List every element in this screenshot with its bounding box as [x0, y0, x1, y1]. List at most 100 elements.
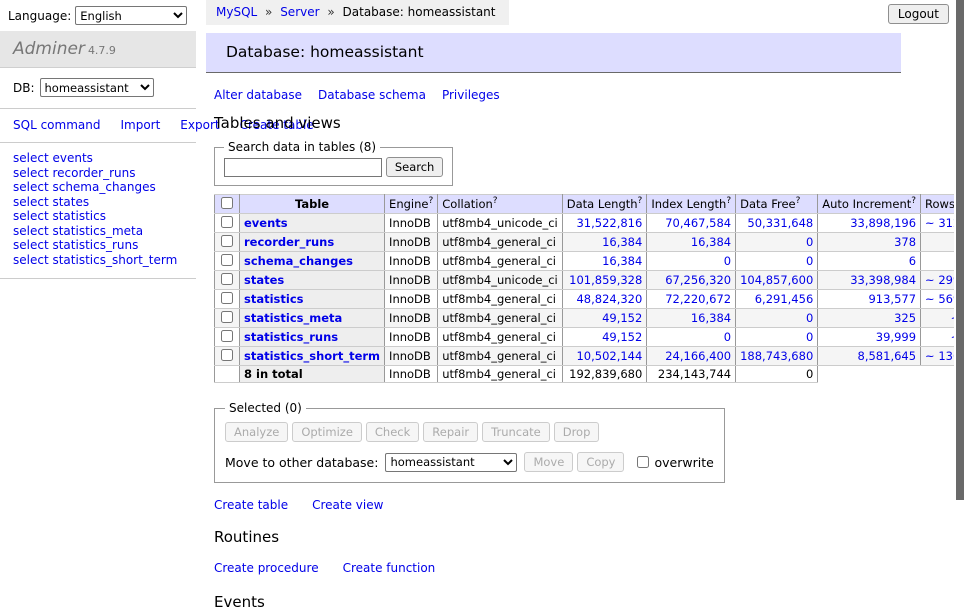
- statistics-short-term-data-length-link[interactable]: 10,502,144: [576, 349, 642, 363]
- statistics-runs-data-free-link[interactable]: 0: [806, 330, 813, 344]
- events-data-free-cell: 50,331,648: [736, 214, 818, 233]
- statistics-runs-table-link[interactable]: statistics_runs: [244, 330, 338, 344]
- optimize-button[interactable]: Optimize: [292, 422, 362, 442]
- check-button[interactable]: Check: [366, 422, 419, 442]
- privileges-link[interactable]: Privileges: [442, 88, 500, 102]
- total-engine-cell: InnoDB: [385, 366, 438, 383]
- statistics-data-length-link[interactable]: 48,824,320: [576, 292, 642, 306]
- search-button[interactable]: Search: [386, 157, 444, 177]
- row-checkbox-statistics-meta[interactable]: [221, 311, 233, 323]
- create-function-link[interactable]: Create function: [343, 561, 436, 575]
- statistics-data-free-link[interactable]: 6,291,456: [755, 292, 814, 306]
- recorder-runs-data-free-link[interactable]: 0: [806, 235, 813, 249]
- row-checkbox-recorder-runs[interactable]: [221, 235, 233, 247]
- language-select[interactable]: English: [75, 6, 187, 25]
- events-data-length-link[interactable]: 31,522,816: [576, 216, 642, 230]
- statistics-runs-data-length-link[interactable]: 49,152: [602, 330, 642, 344]
- truncate-button[interactable]: Truncate: [482, 422, 550, 442]
- row-checkbox-statistics[interactable]: [221, 292, 233, 304]
- scrollbar-thumb[interactable]: [956, 0, 964, 500]
- move-db-select[interactable]: homeassistant: [385, 453, 517, 472]
- db-select[interactable]: homeassistant: [40, 78, 154, 97]
- column-hint-link[interactable]: ?: [726, 196, 731, 206]
- table-name-cell: statistics_short_term: [240, 347, 385, 366]
- create-table-link[interactable]: Create table: [214, 498, 288, 512]
- sidebar-select-statistics-link[interactable]: select statistics: [13, 209, 186, 224]
- repair-button[interactable]: Repair: [423, 422, 478, 442]
- recorder-runs-data-free-cell: 0: [736, 233, 818, 252]
- checkbox-cell: [215, 252, 240, 271]
- sidebar-link-import[interactable]: Import: [120, 118, 160, 132]
- statistics-short-term-table-link[interactable]: statistics_short_term: [244, 349, 380, 363]
- row-checkbox-statistics-short-term[interactable]: [221, 349, 233, 361]
- statistics-auto-increment-link[interactable]: 913,577: [868, 292, 916, 306]
- column-hint-link[interactable]: ?: [638, 196, 643, 206]
- move-button[interactable]: Move: [524, 452, 573, 472]
- overwrite-option[interactable]: overwrite: [635, 455, 713, 470]
- recorder-runs-index-length-link[interactable]: 16,384: [691, 235, 731, 249]
- states-table-link[interactable]: states: [244, 273, 284, 287]
- states-auto-increment-link[interactable]: 33,398,984: [850, 273, 916, 287]
- schema-changes-data-free-link[interactable]: 0: [806, 254, 813, 268]
- events-data-free-link[interactable]: 50,331,648: [747, 216, 813, 230]
- column-hint-link[interactable]: ?: [911, 196, 916, 206]
- overwrite-checkbox[interactable]: [637, 456, 649, 468]
- sidebar-select-schema-changes-link[interactable]: select schema_changes: [13, 180, 186, 195]
- drop-button[interactable]: Drop: [554, 422, 600, 442]
- alter-database-link[interactable]: Alter database: [214, 88, 302, 102]
- states-data-free-link[interactable]: 104,857,600: [740, 273, 813, 287]
- sidebar-select-recorder-runs-link[interactable]: select recorder_runs: [13, 166, 186, 181]
- create-view-link[interactable]: Create view: [312, 498, 383, 512]
- schema-changes-index-length-link[interactable]: 0: [724, 254, 731, 268]
- header-row: TableEngine?Collation?Data Length?Index …: [215, 195, 966, 214]
- statistics-short-term-data-free-link[interactable]: 188,743,680: [740, 349, 813, 363]
- events-index-length-link[interactable]: 70,467,584: [665, 216, 731, 230]
- states-data-length-link[interactable]: 101,859,328: [569, 273, 642, 287]
- events-auto-increment-link[interactable]: 33,898,196: [850, 216, 916, 230]
- states-index-length-link[interactable]: 67,256,320: [665, 273, 731, 287]
- select-all-checkbox[interactable]: [221, 197, 233, 209]
- statistics-table-link[interactable]: statistics: [244, 292, 304, 306]
- schema-changes-data-length-link[interactable]: 16,384: [602, 254, 642, 268]
- schema-changes-table-link[interactable]: schema_changes: [244, 254, 353, 268]
- breadcrumb-server-link[interactable]: Server: [280, 5, 319, 19]
- statistics-runs-index-length-link[interactable]: 0: [724, 330, 731, 344]
- schema-changes-auto-increment-link[interactable]: 6: [909, 254, 916, 268]
- column-hint-link[interactable]: ?: [796, 196, 801, 206]
- analyze-button[interactable]: Analyze: [225, 422, 288, 442]
- statistics-meta-data-free-link[interactable]: 0: [806, 311, 813, 325]
- events-table-link[interactable]: events: [244, 216, 288, 230]
- column-hint-link[interactable]: ?: [428, 196, 433, 206]
- statistics-short-term-auto-increment-link[interactable]: 8,581,645: [858, 349, 917, 363]
- breadcrumb-mysql-link[interactable]: MySQL: [216, 5, 257, 19]
- copy-button[interactable]: Copy: [577, 452, 624, 472]
- statistics-meta-auto-increment-link[interactable]: 325: [894, 311, 916, 325]
- statistics-runs-data-length-cell: 49,152: [562, 328, 647, 347]
- statistics-meta-table-link[interactable]: statistics_meta: [244, 311, 342, 325]
- recorder-runs-table-link[interactable]: recorder_runs: [244, 235, 334, 249]
- sidebar-select-statistics-meta-link[interactable]: select statistics_meta: [13, 224, 186, 239]
- sidebar-select-statistics-short-term-link[interactable]: select statistics_short_term: [13, 253, 186, 268]
- scrollbar[interactable]: [954, 0, 966, 543]
- statistics-auto-increment-cell: 913,577: [818, 290, 921, 309]
- create-procedure-link[interactable]: Create procedure: [214, 561, 319, 575]
- logout-button[interactable]: Logout: [888, 4, 949, 24]
- statistics-meta-data-length-link[interactable]: 49,152: [602, 311, 642, 325]
- statistics-short-term-index-length-link[interactable]: 24,166,400: [665, 349, 731, 363]
- statistics-meta-index-length-link[interactable]: 16,384: [691, 311, 731, 325]
- recorder-runs-auto-increment-link[interactable]: 378: [894, 235, 916, 249]
- statistics-runs-auto-increment-link[interactable]: 39,999: [876, 330, 916, 344]
- row-checkbox-states[interactable]: [221, 273, 233, 285]
- row-checkbox-events[interactable]: [221, 216, 233, 228]
- row-checkbox-statistics-runs[interactable]: [221, 330, 233, 342]
- search-input[interactable]: [224, 158, 382, 177]
- database-schema-link[interactable]: Database schema: [318, 88, 426, 102]
- sidebar-select-events-link[interactable]: select events: [13, 151, 186, 166]
- sidebar-select-statistics-runs-link[interactable]: select statistics_runs: [13, 238, 186, 253]
- sidebar-link-sql-command[interactable]: SQL command: [13, 118, 100, 132]
- column-hint-link[interactable]: ?: [493, 196, 498, 206]
- recorder-runs-data-length-link[interactable]: 16,384: [602, 235, 642, 249]
- statistics-index-length-link[interactable]: 72,220,672: [665, 292, 731, 306]
- sidebar-select-states-link[interactable]: select states: [13, 195, 186, 210]
- row-checkbox-schema-changes[interactable]: [221, 254, 233, 266]
